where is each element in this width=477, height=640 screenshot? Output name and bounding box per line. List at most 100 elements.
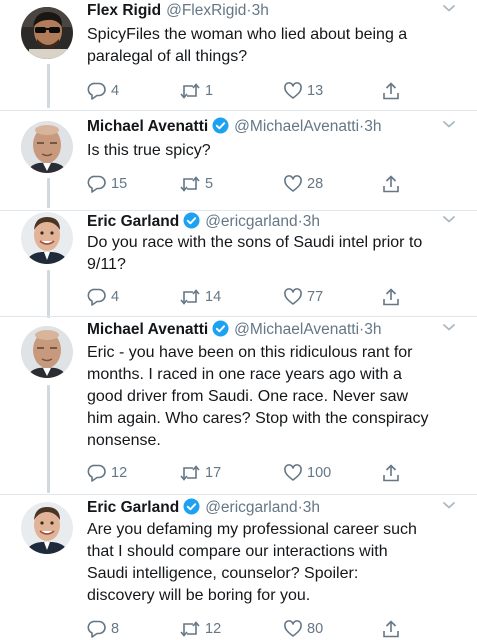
tweet-text: Do you race with the sons of Saudi intel…: [87, 234, 423, 273]
reply-count: 15: [111, 176, 128, 192]
tweet-header: Flex Rigid @FlexRigid·3h: [87, 0, 457, 22]
author-handle[interactable]: @ericgarland: [205, 213, 297, 230]
reply-icon: [87, 81, 107, 101]
avatar[interactable]: [21, 7, 73, 59]
reply-button[interactable]: 8: [87, 618, 119, 640]
author-name[interactable]: Eric Garland: [87, 213, 179, 230]
chevron-down-icon[interactable]: [441, 0, 457, 23]
tweet[interactable]: Michael Avenatti @MichaelAvenatti·3h Is t…: [0, 111, 477, 211]
chevron-down-icon[interactable]: [441, 497, 457, 520]
share-icon: [381, 81, 401, 101]
retweet-button[interactable]: 5: [179, 173, 213, 195]
like-button[interactable]: 100: [283, 462, 331, 484]
share-icon: [381, 174, 401, 194]
author-name[interactable]: Michael Avenatti: [87, 321, 208, 338]
chevron-down-icon[interactable]: [441, 116, 457, 139]
reply-button[interactable]: 4: [87, 286, 119, 308]
retweet-button[interactable]: 14: [179, 286, 221, 308]
like-count: 77: [307, 289, 324, 305]
share-button[interactable]: [381, 80, 401, 102]
heart-icon: [283, 287, 303, 307]
avatar[interactable]: [21, 326, 73, 378]
like-button[interactable]: 13: [283, 80, 323, 102]
retweet-icon: [179, 463, 201, 483]
retweet-icon: [179, 619, 201, 639]
reply-icon: [87, 463, 107, 483]
tweet[interactable]: Flex Rigid @FlexRigid·3h SpicyFiles the w…: [0, 0, 477, 111]
retweet-count: 1: [205, 83, 214, 99]
reply-button[interactable]: 15: [87, 173, 127, 195]
avatar[interactable]: [21, 121, 73, 173]
tweet[interactable]: Eric Garland @ericgarland·3h Are you defa…: [0, 495, 477, 640]
tweet-thread: Flex Rigid @FlexRigid·3h SpicyFiles the w…: [0, 0, 477, 640]
tweet-actions: 12 17 100: [87, 462, 427, 484]
verified-badge-icon: [212, 117, 229, 141]
reply-icon: [87, 287, 107, 307]
tweet-text: SpicyFiles the woman who lied about bein…: [87, 26, 408, 65]
author-name[interactable]: Flex Rigid: [87, 2, 161, 19]
heart-icon: [283, 174, 303, 194]
tweet-header: Michael Avenatti @MichaelAvenatti·3h: [87, 319, 457, 341]
author-handle[interactable]: @MichaelAvenatti: [234, 321, 359, 338]
timestamp[interactable]: 3h: [364, 321, 381, 338]
share-button[interactable]: [381, 462, 401, 484]
like-button[interactable]: 77: [283, 286, 323, 308]
avatar[interactable]: [21, 502, 73, 554]
tweet-actions: 8 12 80: [87, 618, 427, 640]
timestamp[interactable]: 3h: [303, 499, 320, 516]
author-name[interactable]: Michael Avenatti: [87, 118, 208, 135]
share-icon: [381, 287, 401, 307]
timestamp[interactable]: 3h: [364, 118, 381, 135]
share-icon: [381, 463, 401, 483]
author-handle[interactable]: @MichaelAvenatti: [234, 118, 359, 135]
share-button[interactable]: [381, 618, 401, 640]
tweet-actions: 4 14 77: [87, 286, 427, 308]
tweet-header: Michael Avenatti @MichaelAvenatti·3h: [87, 116, 457, 138]
tweet-header: Eric Garland @ericgarland·3h: [87, 211, 457, 233]
author-handle[interactable]: @ericgarland: [205, 499, 297, 516]
tweet-actions: 15 5 28: [87, 173, 427, 195]
verified-badge-icon: [212, 320, 229, 344]
reply-count: 4: [111, 83, 120, 99]
like-button[interactable]: 80: [283, 618, 323, 640]
reply-count: 8: [111, 621, 120, 637]
retweet-icon: [179, 287, 201, 307]
retweet-count: 5: [205, 176, 214, 192]
retweet-button[interactable]: 1: [179, 80, 213, 102]
reply-count: 4: [111, 289, 120, 305]
like-button[interactable]: 28: [283, 173, 323, 195]
share-icon: [381, 619, 401, 639]
retweet-count: 12: [205, 621, 222, 637]
share-button[interactable]: [381, 173, 401, 195]
timestamp[interactable]: 3h: [252, 2, 269, 19]
tweet[interactable]: Michael Avenatti @MichaelAvenatti·3h Eric…: [0, 317, 477, 495]
retweet-button[interactable]: 12: [179, 618, 221, 640]
heart-icon: [283, 81, 303, 101]
tweet-text: Is this true spicy?: [87, 142, 211, 159]
avatar[interactable]: [21, 212, 73, 264]
share-button[interactable]: [381, 286, 401, 308]
reply-icon: [87, 619, 107, 639]
retweet-icon: [179, 81, 201, 101]
like-count: 80: [307, 621, 324, 637]
retweet-button[interactable]: 17: [179, 462, 221, 484]
tweet-actions: 4 1 13: [87, 80, 427, 102]
like-count: 28: [307, 176, 324, 192]
reply-button[interactable]: 4: [87, 80, 119, 102]
retweet-icon: [179, 174, 201, 194]
reply-count: 12: [111, 465, 128, 481]
heart-icon: [283, 619, 303, 639]
retweet-count: 17: [205, 465, 222, 481]
author-name[interactable]: Eric Garland: [87, 499, 179, 516]
author-handle[interactable]: @FlexRigid: [166, 2, 246, 19]
reply-button[interactable]: 12: [87, 462, 127, 484]
tweet-header: Eric Garland @ericgarland·3h: [87, 497, 457, 519]
reply-icon: [87, 174, 107, 194]
tweet[interactable]: Eric Garland @ericgarland·3h Do you race …: [0, 211, 477, 317]
chevron-down-icon[interactable]: [441, 319, 457, 342]
chevron-down-icon[interactable]: [441, 211, 457, 234]
heart-icon: [283, 463, 303, 483]
tweet-text: Eric - you have been on this ridiculous …: [87, 344, 429, 449]
timestamp[interactable]: 3h: [303, 213, 320, 230]
tweet-text: Are you defaming my professional career …: [87, 521, 417, 604]
